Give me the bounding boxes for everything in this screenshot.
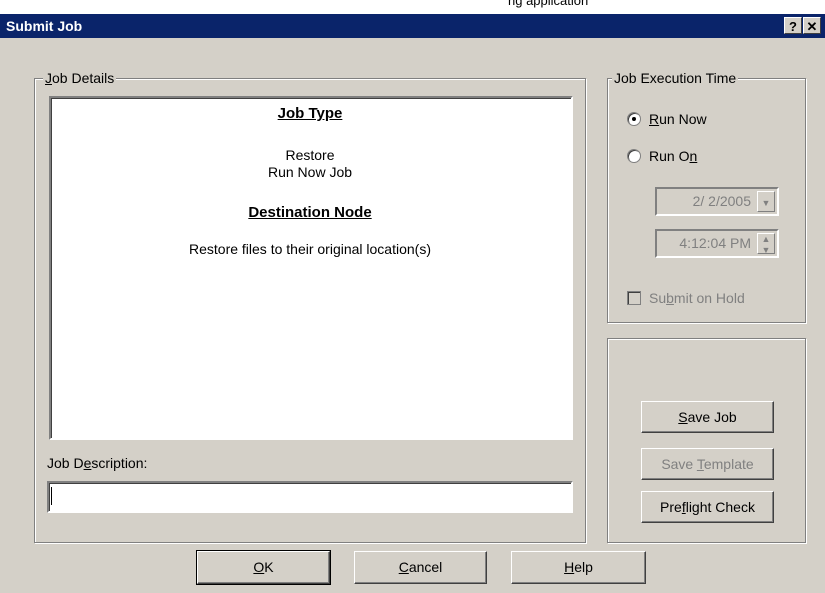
help-title-button[interactable]: ? — [784, 17, 802, 34]
save-job-button[interactable]: Save Job — [641, 401, 774, 433]
title-bar[interactable]: Submit Job ? ✕ — [0, 14, 825, 38]
destination-heading: Destination Node — [248, 204, 372, 221]
ok-label: OK — [253, 559, 274, 575]
cancel-button[interactable]: Cancel — [354, 551, 487, 584]
preflight-check-label: Preflight Check — [660, 499, 755, 515]
help-label: Help — [564, 559, 593, 575]
submit-on-hold-checkbox[interactable]: Submit on Hold — [627, 290, 745, 306]
destination-text: Restore files to their original location… — [189, 241, 431, 257]
time-value: 4:12:04 PM — [679, 235, 751, 251]
run-now-label: Run Now — [649, 111, 707, 127]
spin-down-icon[interactable]: ▼ — [758, 245, 774, 256]
save-template-label: Save Template — [661, 456, 754, 472]
run-now-radio-circle[interactable] — [627, 112, 641, 126]
job-description-input[interactable] — [47, 481, 573, 513]
date-value: 2/ 2/2005 — [692, 193, 751, 209]
preflight-check-button[interactable]: Preflight Check — [641, 491, 774, 523]
run-on-radio-circle[interactable] — [627, 149, 641, 163]
job-details-panel: Job Type Restore Run Now Job Destination… — [49, 96, 573, 440]
background-window-text: ng application — [508, 0, 589, 8]
radio-selected-dot — [632, 117, 636, 121]
run-on-time-picker[interactable]: 4:12:04 PM ▲ ▼ — [655, 229, 779, 258]
execution-time-legend: Job Execution Time — [612, 70, 739, 86]
background-window-strip: ng application — [0, 0, 825, 14]
run-now-radio[interactable]: Run Now — [627, 111, 707, 127]
time-spinner[interactable]: ▲ ▼ — [757, 233, 775, 256]
submit-on-hold-box[interactable] — [627, 291, 641, 305]
job-type-line1: Restore — [285, 147, 335, 163]
text-cursor — [51, 487, 52, 505]
job-description-label: Job Description: — [47, 455, 148, 471]
save-job-label: Save Job — [678, 409, 737, 425]
ok-button[interactable]: OK — [196, 550, 331, 585]
job-details-group: Job Details Job Type Restore Run Now Job… — [34, 70, 586, 543]
chevron-down-icon: ▼ — [761, 198, 771, 208]
window-title: Submit Job — [6, 18, 83, 34]
date-dropdown-button[interactable]: ▼ — [757, 191, 775, 212]
job-type-heading: Job Type — [277, 105, 343, 122]
spin-up-icon[interactable]: ▲ — [758, 234, 774, 245]
help-button[interactable]: Help — [511, 551, 646, 584]
run-on-radio[interactable]: Run On — [627, 148, 697, 164]
job-type-line2: Run Now Job — [267, 164, 353, 180]
job-details-legend: Job Details — [43, 70, 117, 86]
submit-on-hold-label: Submit on Hold — [649, 290, 745, 306]
submit-job-dialog: Submit Job ? ✕ Job Details Job Type Rest… — [0, 14, 825, 593]
cancel-label: Cancel — [398, 559, 443, 575]
save-template-button[interactable]: Save Template — [641, 448, 774, 480]
job-actions-group: Save Job Save Template Preflight Check — [607, 338, 806, 543]
job-execution-time-group: Job Execution Time Run Now Run On 2/ 2/2… — [607, 70, 806, 323]
run-on-date-picker[interactable]: 2/ 2/2005 ▼ — [655, 187, 779, 216]
run-on-label: Run On — [649, 148, 698, 164]
close-title-button[interactable]: ✕ — [803, 17, 821, 34]
